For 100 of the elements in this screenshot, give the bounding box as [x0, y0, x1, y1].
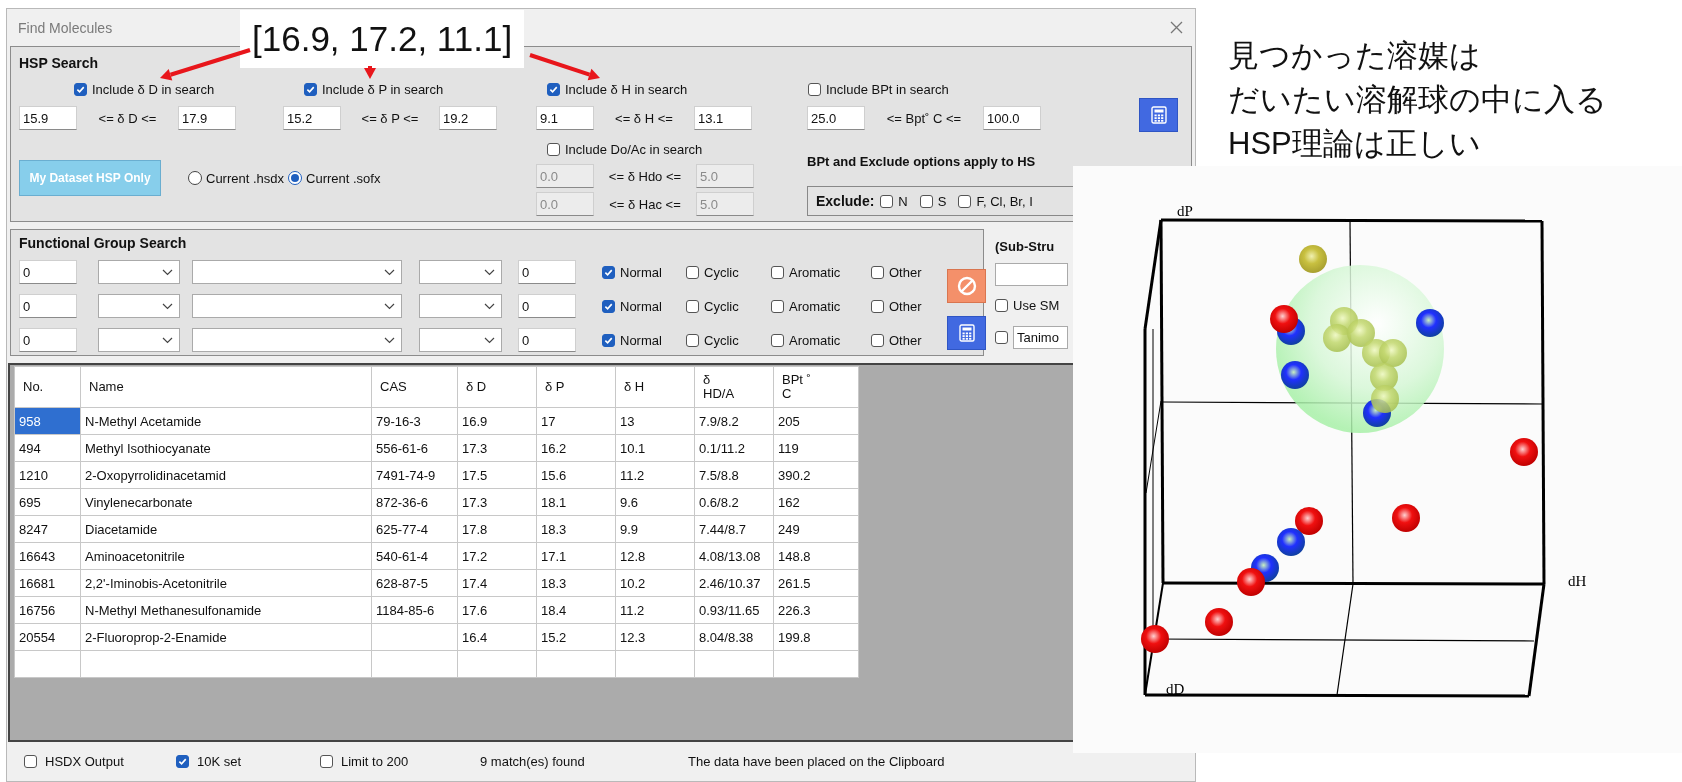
checkbox-label: Cyclic — [704, 298, 739, 314]
chevron-down-icon — [484, 336, 495, 344]
checkbox[interactable] — [602, 333, 615, 347]
checkbox-label: Other — [889, 332, 922, 348]
structure-field[interactable] — [995, 263, 1068, 286]
column-header[interactable]: δ P — [536, 366, 616, 408]
min-field[interactable]: 15.2 — [283, 106, 341, 130]
min-field[interactable]: 9.1 — [536, 106, 594, 130]
close-icon[interactable] — [1170, 21, 1183, 34]
checkbox[interactable] — [808, 82, 821, 96]
table-cell: 7491-74-9 — [371, 461, 458, 489]
table-cell: 1210 — [14, 461, 81, 489]
checkbox-label: Include δ P in search — [322, 81, 444, 97]
calculator-icon — [1150, 106, 1167, 124]
checkbox[interactable] — [686, 265, 699, 279]
checkbox[interactable] — [686, 333, 699, 347]
count-field[interactable]: 0 — [19, 328, 77, 352]
calculate-button[interactable] — [1139, 98, 1178, 132]
checkbox[interactable] — [871, 333, 884, 347]
range-label: <= δ H <= — [614, 110, 674, 126]
table-cell: 9.6 — [615, 488, 695, 516]
column-header[interactable]: CAS — [371, 366, 458, 408]
column-header[interactable]: No. — [14, 366, 81, 408]
checkbox[interactable] — [547, 142, 560, 156]
checkbox[interactable] — [74, 82, 87, 96]
table-cell: 18.3 — [536, 569, 616, 597]
table-cell: 10.1 — [615, 434, 695, 462]
section-title: (Sub-Stru — [995, 239, 1056, 254]
window-title: Find Molecules — [18, 19, 113, 36]
table-cell: 18.1 — [536, 488, 616, 516]
table-cell: 17.8 — [457, 515, 537, 543]
checkbox[interactable] — [958, 194, 972, 208]
checkbox[interactable] — [320, 754, 333, 768]
checkbox[interactable] — [547, 82, 560, 96]
callout-text: [16.9, 17.2, 11.1] — [240, 10, 525, 68]
column-header[interactable]: Name — [80, 366, 372, 408]
table-cell: 205 — [773, 407, 859, 435]
table-cell: 16643 — [14, 542, 81, 570]
checkbox[interactable] — [995, 330, 1008, 344]
table-cell: 7.44/8.7 — [694, 515, 774, 543]
count-field[interactable]: 0 — [19, 294, 77, 318]
checkbox-label: Other — [889, 264, 922, 280]
column-header[interactable]: δ D — [457, 366, 537, 408]
checkbox[interactable] — [304, 82, 317, 96]
table-cell: Diacetamide — [80, 515, 372, 543]
checkbox[interactable] — [24, 754, 37, 768]
checkbox[interactable] — [919, 194, 933, 208]
checkbox-label: HSDX Output — [45, 753, 124, 769]
column-header[interactable]: δ H — [615, 366, 695, 408]
checkbox[interactable] — [176, 754, 189, 768]
checkbox[interactable] — [771, 299, 784, 313]
checkbox-label: Include δ D in search — [92, 81, 215, 97]
clear-button[interactable] — [947, 269, 986, 303]
max-field[interactable]: 13.1 — [694, 106, 752, 130]
status-message: The data have been placed on the Clipboard — [688, 753, 945, 769]
checkbox[interactable] — [602, 265, 615, 279]
group-title: HSP Search — [19, 54, 99, 72]
count-field[interactable]: 0 — [518, 260, 576, 284]
table-cell: 249 — [773, 515, 859, 543]
table-cell: 79-16-3 — [371, 407, 458, 435]
checkbox-label: Cyclic — [704, 332, 739, 348]
checkbox[interactable] — [771, 333, 784, 347]
table-cell: 226.3 — [773, 596, 859, 624]
checkbox-label: F, Cl, Br, I — [976, 193, 1033, 209]
column-header[interactable]: δ HD/A — [694, 366, 774, 408]
checkbox[interactable] — [871, 265, 884, 279]
calculate-button[interactable] — [947, 316, 986, 350]
table-cell: 7.9/8.2 — [694, 407, 774, 435]
max-field[interactable]: 100.0 — [983, 106, 1041, 130]
checkbox[interactable] — [871, 299, 884, 313]
similarity-field[interactable]: Tanimo — [1013, 325, 1068, 349]
table-cell: 8.04/8.38 — [694, 623, 774, 651]
checkbox-label: Include δ H in search — [565, 81, 688, 97]
table-cell: 148.8 — [773, 542, 859, 570]
count-field[interactable]: 0 — [19, 260, 77, 284]
chevron-down-icon — [384, 268, 395, 276]
max-field[interactable]: 17.9 — [178, 106, 236, 130]
checkbox[interactable] — [771, 265, 784, 279]
table-cell: 0.6/8.2 — [694, 488, 774, 516]
radio-label: Current .sofx — [306, 170, 381, 186]
table-cell: 18.3 — [536, 515, 616, 543]
max-field[interactable]: 19.2 — [439, 106, 497, 130]
radio-button[interactable] — [288, 171, 303, 185]
radio-button[interactable] — [188, 171, 202, 185]
count-field[interactable]: 0 — [518, 328, 576, 352]
range-label: <= δ Hac <= — [608, 196, 682, 212]
checkbox-label: Cyclic — [704, 264, 739, 280]
table-cell: Aminoacetonitrile — [80, 542, 372, 570]
checkbox[interactable] — [995, 298, 1008, 312]
column-header[interactable]: BPt ˚ C — [773, 366, 859, 408]
options-note: BPt and Exclude options apply to HS — [807, 154, 1037, 169]
table-cell: 13 — [615, 407, 695, 435]
min-field[interactable]: 25.0 — [807, 106, 865, 130]
checkbox[interactable] — [602, 299, 615, 313]
table-cell: 20554 — [14, 623, 81, 651]
table-cell: Vinylenecarbonate — [80, 488, 372, 516]
checkbox[interactable] — [686, 299, 699, 313]
count-field[interactable]: 0 — [518, 294, 576, 318]
min-field[interactable]: 15.9 — [19, 106, 77, 130]
checkbox[interactable] — [880, 194, 894, 208]
